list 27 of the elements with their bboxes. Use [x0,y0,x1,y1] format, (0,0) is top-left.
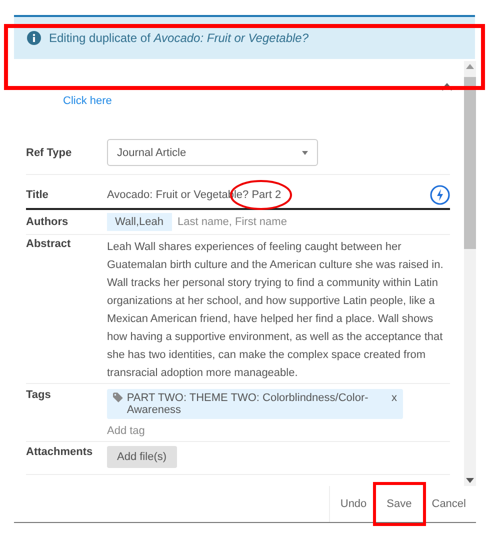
banner-message: Editing duplicate of Avocado: Fruit or Vegetable? [49,31,309,45]
close-icon[interactable] [441,83,453,91]
click-here-link[interactable]: Click here [63,95,112,107]
abstract-text: Leah Wall shares experiences of feeling caught between her Guatemalan birth culture and the American culture she was raised in. Wall tracks her personal story trying to find a community within Latin organizations at her school, and how supportive Latin people, like a Mexican American friend, have helped her find a place. Wall shows how having a supportive environment, as well as the acceptance that she has two identities, can make the complex space created from transracial adoption more manageable. [107,240,444,381]
field-label: Authors [26,216,70,228]
scroll-up-icon[interactable] [466,64,474,69]
remove-tag-button[interactable]: x [392,392,397,416]
tag-icon [113,392,123,403]
info-icon [27,31,41,45]
caret-icon [302,150,308,154]
footer-button[interactable]: Cancel [422,486,476,522]
author-input[interactable]: Last name, First name [178,216,287,228]
field-label: Attachments [26,446,94,460]
add-tag-input[interactable]: Add tag [107,425,145,437]
field-label: Title [26,189,50,201]
scrollbar[interactable] [464,61,476,486]
add-files-button[interactable]: Add file(s) [107,446,177,468]
scroll-down-icon[interactable] [466,478,474,483]
tag-chip[interactable]: PART TWO: THEME TWO: Colorblindness/Color-Awareness x [107,389,403,419]
author-chip[interactable]: Wall,Leah [107,213,172,231]
lightning-icon[interactable] [430,185,450,205]
ref-type-dropdown[interactable]: Journal Article [107,139,318,166]
field-label: Tags [26,389,52,403]
footer-button[interactable]: Undo [329,486,377,522]
field-label: Ref Type [26,146,73,158]
tag-text: PART TWO: THEME TWO: Colorblindness/Color-Awareness [126,392,370,416]
field-label: Abstract [26,238,72,252]
